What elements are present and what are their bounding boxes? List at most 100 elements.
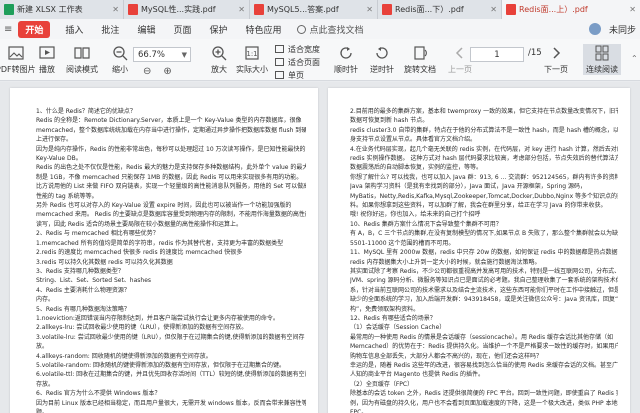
rotate-clockwise-button[interactable]: 顺时针 [334, 44, 358, 75]
avatar[interactable] [588, 23, 601, 35]
document-text-line: 比方说用他的 List 来做 FIFO 双向链表，实现一个轻量级的高性能消息队列… [36, 183, 306, 191]
continuous-reading-button[interactable]: 连续阅读 [583, 44, 621, 75]
document-text-line: 2.redis 的速度比 memcached 快很多 redis 的速度比 me… [36, 249, 243, 257]
fit-width-button[interactable]: 适合宽度 [275, 43, 320, 55]
zoom-out-icon [111, 44, 129, 62]
document-text-line: 5501-11000 这个范围的槽而不可用。 [350, 239, 455, 247]
chevron-up-icon[interactable]: ⌃ [631, 54, 638, 63]
single-page-button[interactable]: 单页 [275, 69, 320, 81]
document-text-line: 存放。 [36, 380, 55, 388]
close-icon[interactable]: ✕ [235, 5, 245, 14]
menu-annotate[interactable]: 批注 [92, 23, 128, 36]
zoom-input[interactable]: 66.7% ▼ [133, 47, 191, 62]
menu-insert[interactable]: 插入 [56, 23, 92, 36]
tab-mysql-performance-pdf[interactable]: MySQL性...实践.pdf ✕ [124, 0, 250, 19]
tab-xlsx-worksheet[interactable]: 新建 XLSX 工作表 ✕ [0, 0, 124, 19]
document-text-line: Redis 的全称是：Remote Dictionary.Server，本质上是… [36, 117, 302, 125]
document-text-line: 3.volatile-lru: 尝试回收最少使用的键（LRU），但仅限于在过期集… [36, 333, 305, 341]
close-icon[interactable]: ✕ [626, 5, 636, 14]
document-view[interactable]: 1、什么是 Redis？简述它的优缺点？ Redis 的全称是：Remote Di… [0, 82, 640, 413]
tab-redis-part1-pdf[interactable]: Redis面...上）.pdf ✕ [502, 0, 640, 19]
rotate-counterclockwise-button[interactable]: 逆时针 [370, 44, 394, 75]
document-text-line: MyBatis，Netty,Redis,Kafka,Mysql,Zookeepe… [350, 192, 618, 200]
chevron-down-icon[interactable]: ▼ [182, 51, 190, 59]
rotate-document-button[interactable]: 旋转文档 [404, 44, 436, 75]
pdf-to-image-button[interactable]: PDF转图片 [0, 44, 36, 75]
arrow-left-icon [451, 44, 469, 62]
previous-page-button[interactable]: 上一页 [448, 44, 472, 75]
tab-redis-part2-pdf[interactable]: Redis面...下）.pdf ✕ [378, 0, 502, 19]
read-mode-button[interactable]: 阅读模式 [66, 44, 98, 75]
tab-label: MySQL性...实践.pdf [141, 5, 216, 14]
tab-label: Redis面...上）.pdf [519, 5, 588, 14]
document-text-line: redis 实例操作数据。 这种方式对 hash 层代码要求比较高，考虑部分包括… [350, 155, 618, 163]
play-button[interactable]: 播放 [38, 44, 56, 75]
document-text-line: 6.volatile-ttl: 回收在过期集合的键，并且优先回收存活时间（TTL… [36, 371, 306, 379]
menu-start[interactable]: 开始 [18, 20, 51, 38]
document-text-line: redis 内存数据集大小上升到一定大小的时候，就会施行数据淘汰策略。 [350, 258, 541, 266]
document-text-line: JVM、spring 源码分析、微服务等知识点已是面试的必考题。我自己整理收集了… [350, 277, 618, 285]
document-text-line: 读写，因此 Redis 适合的场景主要局限在较小数据量的高性能操作和运算上。 [36, 220, 243, 228]
zoom-steppers: ⊖ ⊕ [143, 66, 172, 77]
tab-label: MySQL5...答案.pdf [267, 5, 339, 14]
rotate-ccw-icon [373, 44, 391, 62]
document-text-line: 身支持节点设置从节点。具体看官方文档介绍。 [350, 136, 477, 144]
arrow-right-icon [547, 44, 565, 62]
document-text-line: memcached 来用。 Redis 的主要缺点是数据库容量受到物理内存的限制… [36, 211, 306, 219]
zoom-in-label: 放大 [211, 65, 227, 74]
zoom-in-icon [210, 44, 228, 62]
document-text-line: Memcached）的优势在于：Redis 提供持久化。当维护一个不是严格要求一… [350, 343, 618, 351]
previous-page-label: 上一页 [448, 65, 472, 74]
plus-icon[interactable]: ⊕ [163, 66, 171, 77]
document-text-line: 有 A，B，C 三个节点的集群,在没有复制模型的情况下,如果节点 B 失败了，那… [350, 230, 618, 238]
document-text-line: （1）会话缓存（Session Cache） [350, 324, 446, 332]
document-text-line: FPC。 [350, 409, 368, 413]
actual-size-icon: 1:1 [243, 44, 261, 62]
document-text-line: 除基本的会话 token 之外，Redis 还提供很简便的 FPC 平台。回到一… [350, 390, 618, 398]
page-number-input[interactable]: 1 [470, 47, 524, 62]
pdf-icon [382, 4, 392, 15]
single-page-icon [275, 71, 284, 79]
document-text-line: 人知的商业平台 Magento 也提供 Redis 的插件。 [350, 371, 485, 379]
document-text-line: 6、Redis 官方为什么不提供 Windows 版本？ [36, 390, 161, 398]
close-icon[interactable]: ✕ [109, 5, 119, 14]
image-icon [7, 44, 25, 62]
minus-icon[interactable]: ⊖ [143, 66, 151, 77]
single-page-label: 单页 [288, 70, 304, 80]
zoom-in-button[interactable]: 放大 [210, 44, 228, 75]
play-label: 播放 [39, 65, 55, 74]
document-text-line: 3、Redis 支持哪几种数据类型？ [36, 267, 124, 275]
document-text-line: 1.memcached 所有的值均是简单的字符串，redis 作为其替代者，支持… [36, 239, 284, 247]
close-icon[interactable]: ✕ [363, 5, 373, 14]
menu-icon[interactable]: ≡ [0, 24, 12, 35]
zoom-value: 66.7% [138, 49, 166, 60]
search-box[interactable]: 点此查找文档 [296, 23, 364, 36]
menu-features[interactable]: 特色应用 [236, 23, 290, 36]
menu-protect[interactable]: 保护 [200, 23, 236, 36]
menu-edit[interactable]: 编辑 [128, 23, 164, 36]
document-text-line: 数据可恢复到新 hash 节点。 [350, 117, 429, 125]
document-text-line: Redis 的出色之处不仅仅是性能，Redis 最大的魅力是支持保存多种数据结构… [36, 164, 306, 172]
sync-status[interactable]: 未同步 [609, 23, 636, 36]
fit-page-button[interactable]: 适合页面 [275, 56, 320, 68]
rotate-cw-icon [337, 44, 355, 62]
pdf-icon [128, 4, 138, 15]
menu-page[interactable]: 页面 [164, 23, 200, 36]
fit-page-icon [275, 58, 284, 66]
tab-mysql-answers-pdf[interactable]: MySQL5...答案.pdf ✕ [250, 0, 378, 19]
document-text-line: 内存。 [36, 296, 55, 304]
next-page-button[interactable]: 下一页 [544, 44, 568, 75]
read-mode-label: 阅读模式 [66, 65, 98, 74]
pdf-page-left: 1、什么是 Redis？简述它的优缺点？ Redis 的全称是：Remote Di… [10, 88, 318, 413]
book-icon [73, 44, 91, 62]
document-text-line: 缺少的全面系统的学习，加入后端开发群：943918458，或是关注微信公众号：J… [350, 296, 618, 304]
zoom-out-button[interactable]: 缩小 [111, 44, 129, 75]
continuous-pages-icon [593, 44, 611, 62]
continuous-reading-label: 连续阅读 [586, 65, 618, 74]
close-icon[interactable]: ✕ [487, 5, 497, 14]
xlsx-icon [4, 4, 14, 15]
actual-size-button[interactable]: 1:1 实际大小 [236, 44, 268, 75]
document-text-line: 2.目前用的最多的集群方案，基本和 twemproxy 一致的效果，但它支持在节… [350, 108, 618, 115]
document-text-line: 5、Redis 有哪几种数据淘汰策略？ [36, 305, 130, 313]
play-icon [38, 44, 56, 62]
